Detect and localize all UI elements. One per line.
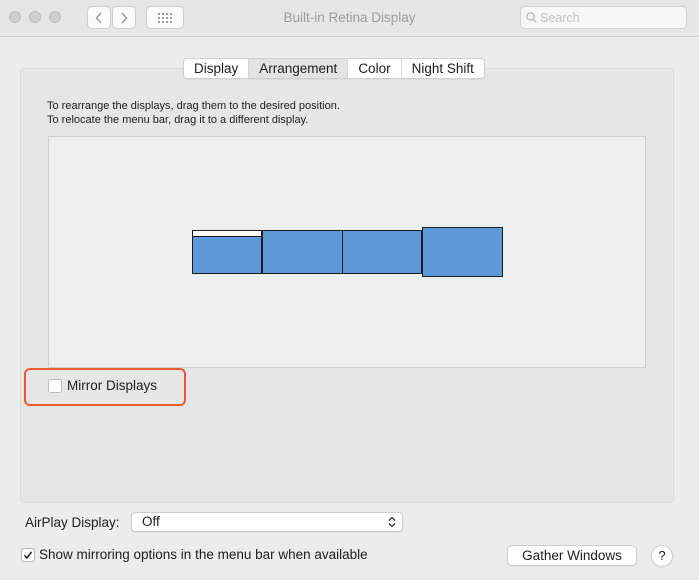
title-bar: Built-in Retina Display Search [0,0,699,37]
airplay-label: AirPlay Display: [25,515,120,530]
updown-chevron-icon [388,516,396,528]
display-3[interactable] [342,230,422,274]
display-1-main[interactable] [192,230,262,274]
airplay-select[interactable]: Off [131,512,403,532]
gather-windows-button[interactable]: Gather Windows [507,545,637,566]
show-mirroring-checkbox[interactable] [21,548,35,562]
airplay-selected-value: Off [142,514,160,529]
instruction-rearrange: To rearrange the displays, drag them to … [47,100,340,112]
mirror-displays-checkbox[interactable] [48,379,62,393]
help-button[interactable]: ? [651,545,673,567]
search-placeholder: Search [540,10,580,25]
display-4[interactable] [422,227,503,277]
search-icon [526,12,537,23]
tab-night-shift[interactable]: Night Shift [402,59,484,78]
display-2[interactable] [262,230,343,274]
search-field[interactable]: Search [520,6,687,29]
tab-bar: Display Arrangement Color Night Shift [183,58,485,79]
mirror-displays-label: Mirror Displays [67,378,158,393]
display-arrangement-area [48,136,646,368]
menu-bar-handle[interactable] [193,231,261,237]
instruction-menu-bar: To relocate the menu bar, drag it to a d… [47,114,309,126]
show-mirroring-label: Show mirroring options in the menu bar w… [39,547,368,562]
tab-display[interactable]: Display [184,59,250,78]
tab-color[interactable]: Color [348,59,402,78]
tab-arrangement[interactable]: Arrangement [249,59,349,78]
checkmark-icon [23,551,33,560]
